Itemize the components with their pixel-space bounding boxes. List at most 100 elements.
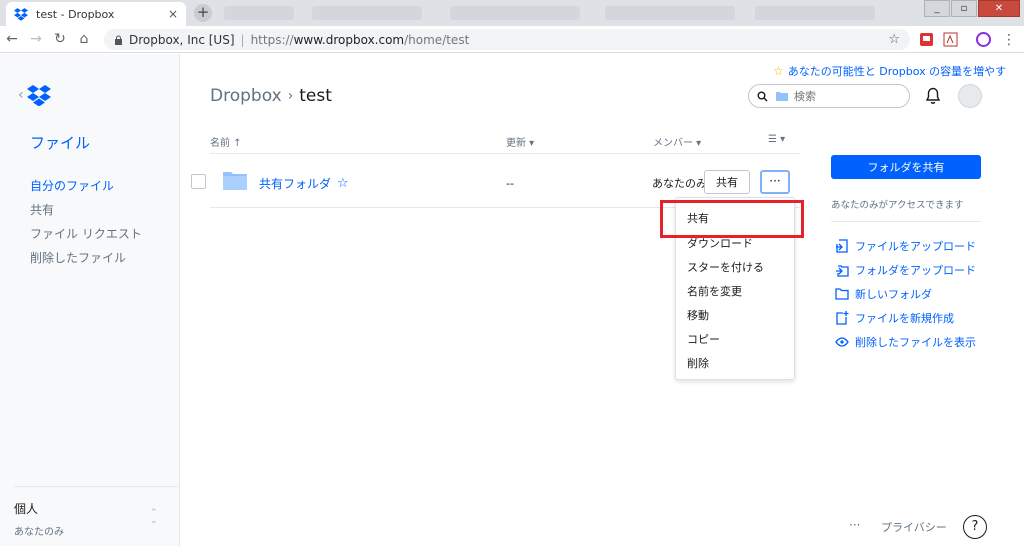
background-tab[interactable] bbox=[224, 6, 294, 20]
upload-folder-action[interactable]: フォルダをアップロード bbox=[835, 262, 976, 278]
account-switcher[interactable]: 個人 あなたのみ bbox=[14, 500, 64, 538]
breadcrumb-current: test bbox=[299, 86, 332, 106]
address-bar[interactable]: Dropbox, Inc [US] | https:// www.dropbox… bbox=[104, 29, 910, 50]
url-protocol: https:// bbox=[250, 32, 294, 47]
file-name-link[interactable]: 共有フォルダ ☆ bbox=[259, 175, 349, 192]
sidebar: ‹ ファイル 自分のファイル 共有 ファイル リクエスト 削除したファイル 個人… bbox=[0, 54, 180, 546]
extension-pdf-icon[interactable] bbox=[942, 31, 959, 48]
browser-toolbar: ← → ↻ ⌂ Dropbox, Inc [US] | https:// www… bbox=[0, 26, 1024, 53]
members-value: あなたのみ bbox=[652, 177, 707, 190]
modified-value: -- bbox=[506, 177, 514, 190]
new-folder-icon bbox=[835, 288, 849, 300]
sidebar-item-deleted-files[interactable]: 削除したファイル bbox=[30, 251, 142, 275]
window-controls: _ ▫ ✕ bbox=[924, 0, 1020, 17]
back-arrow-icon[interactable]: ← bbox=[0, 31, 24, 47]
upload-files-action[interactable]: ファイルをアップロード bbox=[835, 238, 976, 254]
row-share-button[interactable]: 共有 bbox=[704, 170, 750, 194]
maximize-button[interactable]: ▫ bbox=[951, 0, 977, 17]
access-note: あなたのみがアクセスできます bbox=[831, 200, 964, 211]
reload-icon[interactable]: ↻ bbox=[48, 31, 72, 47]
avatar[interactable] bbox=[958, 84, 982, 108]
lock-icon bbox=[115, 35, 122, 45]
browser-tab[interactable]: test - Dropbox × bbox=[6, 2, 186, 26]
row-checkbox[interactable] bbox=[191, 174, 206, 189]
breadcrumb: Dropbox › test bbox=[210, 86, 332, 106]
account-name: 個人 bbox=[14, 502, 39, 516]
background-tab[interactable] bbox=[605, 6, 735, 20]
new-file-label: ファイルを新規作成 bbox=[855, 312, 954, 325]
folder-icon bbox=[223, 172, 247, 190]
column-members[interactable]: メンバー ▾ bbox=[653, 134, 701, 149]
background-tab[interactable] bbox=[450, 6, 580, 20]
search-input[interactable] bbox=[794, 89, 894, 103]
sidebar-item-file-requests[interactable]: ファイル リクエスト bbox=[30, 227, 142, 251]
column-modified[interactable]: 更新 ▾ bbox=[506, 134, 534, 149]
browser-tab-strip: test - Dropbox × + _ ▫ ✕ bbox=[0, 0, 1024, 26]
dropbox-logo-icon[interactable] bbox=[26, 84, 51, 106]
upload-folder-label: フォルダをアップロード bbox=[855, 264, 976, 277]
menu-item-delete[interactable]: 削除 bbox=[687, 355, 709, 371]
new-file-action[interactable]: ファイルを新規作成 bbox=[835, 310, 954, 326]
upload-folder-icon bbox=[836, 265, 849, 277]
folder-scope-icon bbox=[776, 92, 788, 101]
background-tab[interactable] bbox=[312, 6, 422, 20]
table-header: 名前 ↑ 更新 ▾ メンバー ▾ ☰ ▾ bbox=[210, 134, 800, 154]
tab-title: test - Dropbox bbox=[36, 7, 115, 21]
upgrade-promo-link[interactable]: ☆ あなたの可能性と Dropbox の容量を増やす bbox=[773, 63, 1006, 79]
account-sub: あなたのみ bbox=[14, 527, 64, 538]
search-box[interactable] bbox=[748, 84, 910, 108]
sidebar-item-my-files[interactable]: 自分のファイル bbox=[30, 179, 142, 203]
forward-arrow-icon[interactable]: → bbox=[24, 31, 48, 47]
view-toggle[interactable]: ☰ ▾ bbox=[768, 134, 785, 145]
new-file-icon bbox=[836, 311, 849, 325]
more-options-button[interactable]: ··· bbox=[760, 170, 790, 194]
url-path: /home/test bbox=[404, 32, 470, 47]
url-separator: | bbox=[240, 32, 245, 47]
privacy-link[interactable]: プライバシー bbox=[881, 519, 947, 535]
sidebar-logo[interactable]: ‹ bbox=[18, 84, 51, 106]
star-outline-icon: ☆ bbox=[773, 64, 784, 78]
upload-file-icon bbox=[836, 239, 848, 253]
new-folder-action[interactable]: 新しいフォルダ bbox=[835, 286, 932, 302]
bookmark-star-icon[interactable]: ☆ bbox=[888, 32, 900, 47]
dropbox-favicon-icon bbox=[14, 8, 28, 21]
show-deleted-label: 削除したファイルを表示 bbox=[855, 336, 976, 349]
menu-item-star[interactable]: スターを付ける bbox=[687, 259, 764, 275]
home-icon[interactable]: ⌂ bbox=[72, 31, 96, 47]
help-icon[interactable]: ? bbox=[963, 515, 987, 539]
share-folder-button[interactable]: フォルダを共有 bbox=[831, 155, 981, 179]
right-panel-divider bbox=[831, 221, 981, 222]
footer-more-icon[interactable]: ··· bbox=[849, 518, 860, 532]
chevron-right-icon: › bbox=[287, 88, 294, 104]
highlight-box bbox=[660, 200, 804, 238]
browser-menu-icon[interactable]: ⋮ bbox=[997, 32, 1021, 48]
extension-pocket-icon[interactable] bbox=[918, 31, 935, 48]
show-deleted-action[interactable]: 削除したファイルを表示 bbox=[835, 334, 976, 350]
url-host: www.dropbox.com bbox=[293, 32, 405, 47]
site-identity: Dropbox, Inc [US] bbox=[129, 32, 235, 47]
promo-text: あなたの可能性と Dropbox の容量を増やす bbox=[787, 65, 1007, 78]
tab-close-icon[interactable]: × bbox=[168, 7, 178, 21]
bell-icon[interactable] bbox=[925, 87, 941, 105]
new-folder-label: 新しいフォルダ bbox=[855, 288, 932, 301]
column-name[interactable]: 名前 ↑ bbox=[210, 134, 242, 149]
file-name[interactable]: 共有フォルダ bbox=[259, 175, 331, 192]
profile-circle-icon[interactable] bbox=[975, 31, 992, 48]
menu-item-copy[interactable]: コピー bbox=[687, 331, 720, 347]
sidebar-nav: 自分のファイル 共有 ファイル リクエスト 削除したファイル bbox=[30, 179, 142, 275]
chevron-left-icon[interactable]: ‹ bbox=[18, 87, 24, 103]
up-down-chevron-icon[interactable]: ⌃ ⌄ bbox=[150, 509, 158, 526]
menu-item-rename[interactable]: 名前を変更 bbox=[687, 283, 742, 299]
sidebar-files-title[interactable]: ファイル bbox=[30, 132, 90, 153]
new-tab-button[interactable]: + bbox=[194, 4, 212, 22]
search-icon bbox=[757, 91, 768, 101]
sidebar-item-shared[interactable]: 共有 bbox=[30, 203, 142, 227]
menu-item-move[interactable]: 移動 bbox=[687, 307, 709, 323]
sidebar-divider bbox=[14, 486, 178, 487]
background-tab[interactable] bbox=[755, 6, 875, 20]
breadcrumb-root[interactable]: Dropbox bbox=[210, 86, 282, 106]
minimize-button[interactable]: _ bbox=[924, 0, 950, 17]
window-close-button[interactable]: ✕ bbox=[978, 0, 1020, 17]
upload-files-label: ファイルをアップロード bbox=[855, 240, 976, 253]
star-icon[interactable]: ☆ bbox=[337, 176, 349, 191]
